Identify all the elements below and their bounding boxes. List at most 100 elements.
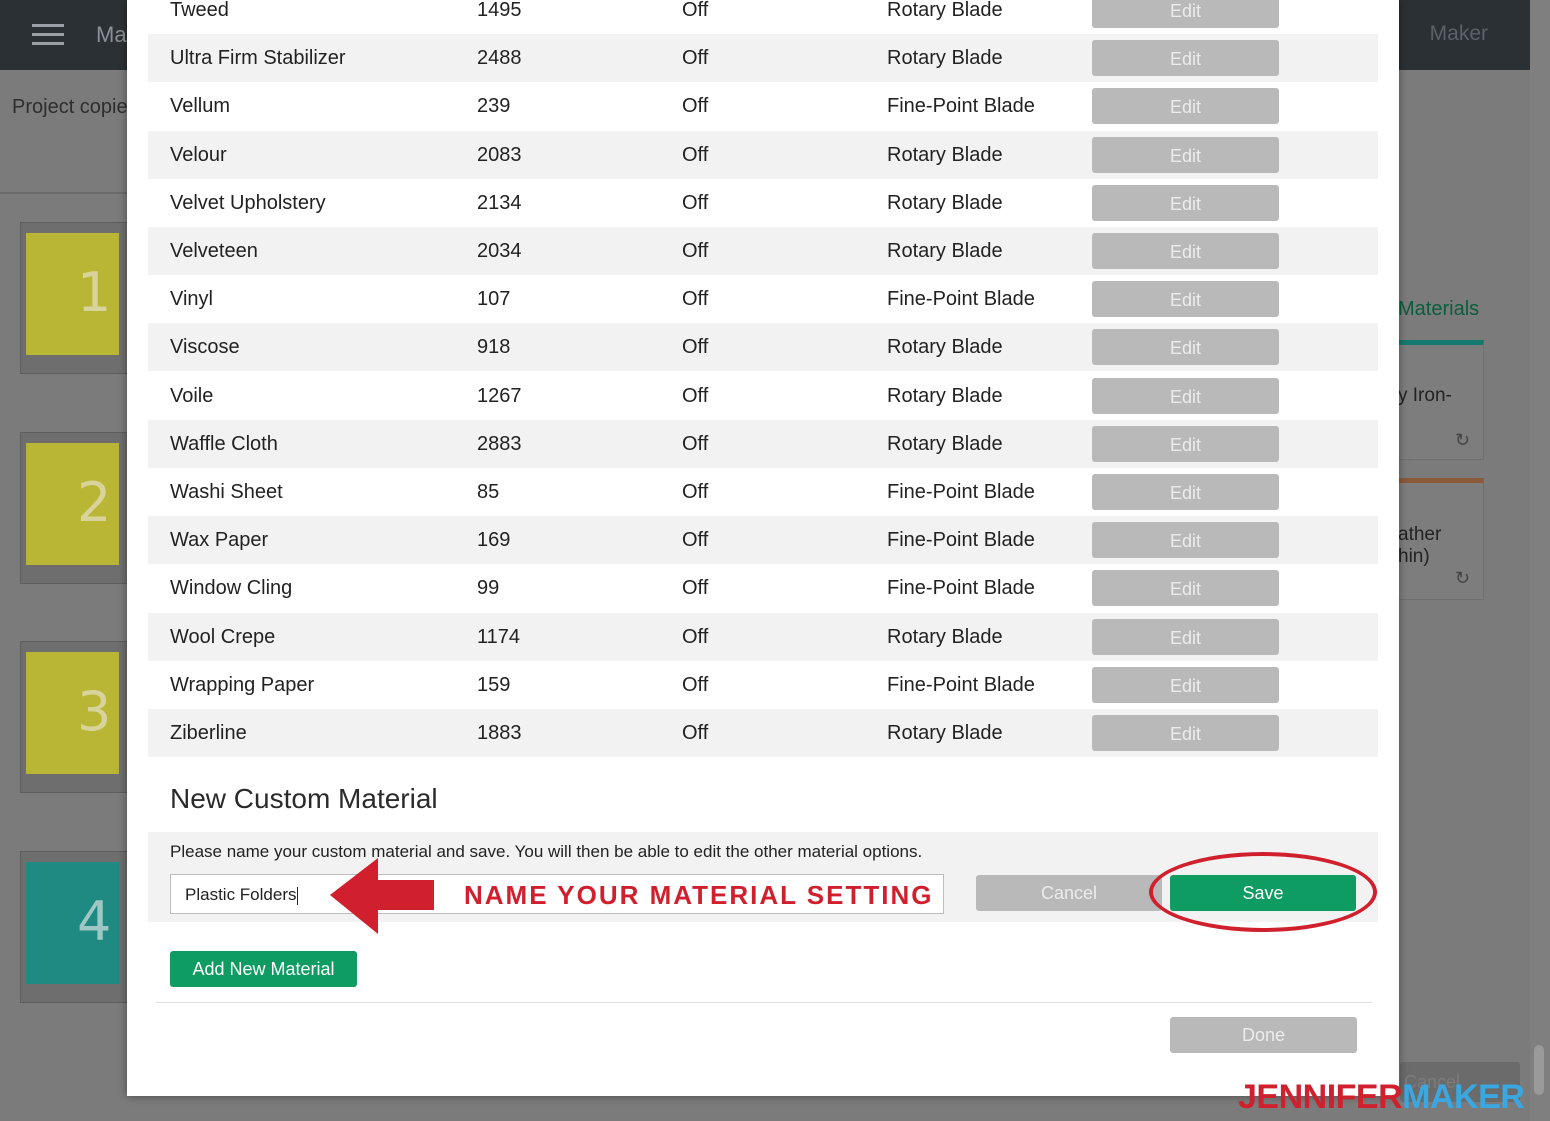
brand-part-2: MAKER (1402, 1078, 1525, 1116)
table-row: Waffle Cloth 2883 Off Rotary Blade Edit (148, 419, 1378, 468)
divider (156, 1002, 1372, 1003)
table-row: Vellum 239 Off Fine-Point Blade Edit (148, 82, 1378, 130)
machine-label: Maker (1429, 22, 1488, 45)
divider (0, 192, 130, 194)
done-button[interactable]: Done (1170, 1017, 1357, 1053)
table-row: Wrapping Paper 159 Off Fine-Point Blade Edit (148, 661, 1378, 709)
app-title: Ma (96, 22, 127, 47)
table-row: Velour 2083 Off Rotary Blade Edit (148, 130, 1378, 179)
material-state: Off (682, 673, 709, 696)
material-blade: Rotary Blade (887, 722, 1003, 744)
mat-thumbnail-4[interactable]: 4 (20, 851, 132, 1003)
edit-button[interactable]: Edit (1092, 715, 1279, 751)
edit-button[interactable]: Edit (1092, 570, 1279, 607)
material-blade: Rotary Blade (887, 240, 1003, 262)
material-blade: Fine-Point Blade (887, 577, 1035, 600)
material-id: 85 (477, 481, 500, 503)
edit-button[interactable]: Edit (1092, 666, 1279, 703)
material-card-label: y Iron- (1398, 385, 1452, 406)
refresh-icon[interactable]: ↻ (1455, 568, 1470, 589)
edit-button[interactable]: Edit (1092, 329, 1279, 366)
material-card-label: ather (1398, 524, 1442, 545)
material-name: Ultra Firm Stabilizer (170, 47, 346, 70)
annotation-text: NAME YOUR MATERIAL SETTING (464, 880, 934, 910)
refresh-icon[interactable]: ↻ (1455, 430, 1470, 451)
material-state: Off (682, 529, 709, 552)
material-state: Off (682, 336, 709, 359)
material-id: 1174 (477, 625, 521, 648)
material-blade: Rotary Blade (887, 336, 1003, 359)
material-card-label: hin) (1398, 546, 1430, 567)
table-row: Viscose 918 Off Rotary Blade Edit (148, 323, 1378, 372)
material-blade: Fine-Point Blade (887, 529, 1035, 552)
edit-button[interactable]: Edit (1092, 0, 1279, 28)
scrollbar[interactable] (1534, 1045, 1544, 1095)
material-name: Vinyl (170, 288, 213, 311)
material-name: Washi Sheet (170, 481, 283, 503)
menu-icon[interactable] (32, 24, 64, 46)
material-state: Off (682, 481, 709, 503)
materials-heading: Materials (1398, 298, 1480, 320)
edit-button[interactable]: Edit (1092, 281, 1279, 318)
edit-button[interactable]: Edit (1092, 233, 1279, 269)
material-name: Tweed (170, 0, 229, 21)
material-state: Off (682, 191, 709, 214)
material-id: 1267 (477, 384, 522, 407)
table-row: Tweed 1495 Off Rotary Blade Edit (148, 0, 1378, 34)
material-blade: Rotary Blade (887, 432, 1003, 455)
material-blade: Rotary Blade (887, 143, 1003, 166)
mat-thumbnail-1[interactable]: 1 (20, 222, 132, 374)
material-id: 2034 (477, 240, 522, 262)
material-state: Off (682, 722, 709, 744)
material-name: Wool Crepe (170, 625, 276, 648)
material-id: 169 (477, 529, 511, 552)
material-id: 2488 (477, 47, 522, 70)
material-state: Off (682, 95, 709, 118)
material-blade: Rotary Blade (887, 47, 1003, 70)
add-new-material-button[interactable]: Add New Material (170, 951, 357, 987)
edit-button[interactable]: Edit (1092, 425, 1279, 462)
material-blade: Fine-Point Blade (887, 95, 1035, 118)
material-blade: Fine-Point Blade (887, 288, 1035, 311)
mat-thumbnail-3[interactable]: 3 (20, 641, 132, 793)
table-row: Washi Sheet 85 Off Fine-Point Blade Edit (148, 468, 1378, 516)
edit-button[interactable]: Edit (1092, 88, 1279, 125)
table-row: Velvet Upholstery 2134 Off Rotary Blade Edit (148, 179, 1378, 227)
material-id: 239 (477, 95, 511, 118)
brand-watermark: JENNIFERMAKER (1238, 1078, 1525, 1117)
edit-button[interactable]: Edit (1092, 474, 1279, 510)
material-name: Velvet Upholstery (170, 191, 326, 214)
material-id: 99 (477, 577, 500, 600)
mat-number: 3 (77, 680, 112, 743)
table-row: Voile 1267 Off Rotary Blade Edit (148, 372, 1378, 420)
material-state: Off (682, 625, 709, 648)
material-name: Voile (170, 384, 214, 407)
material-id: 1495 (477, 0, 522, 21)
table-row: Ultra Firm Stabilizer 2488 Off Rotary Blade… (148, 34, 1378, 83)
material-blade: Fine-Point Blade (887, 673, 1035, 696)
mat-number: 1 (77, 261, 112, 324)
edit-button[interactable]: Edit (1092, 377, 1279, 414)
edit-button[interactable]: Edit (1092, 136, 1279, 173)
mat-thumbnail-2[interactable]: 2 (20, 432, 132, 584)
material-name: Vellum (170, 95, 231, 118)
mat-number: 2 (77, 471, 112, 534)
edit-button[interactable]: Edit (1092, 184, 1279, 221)
table-row: Velveteen 2034 Off Rotary Blade Edit (148, 227, 1378, 275)
edit-button[interactable]: Edit (1092, 522, 1279, 559)
material-id: 1883 (477, 722, 522, 744)
cancel-button[interactable]: Cancel (976, 875, 1162, 911)
mat-number: 4 (77, 890, 112, 953)
edit-button[interactable]: Edit (1092, 618, 1279, 655)
material-id: 2883 (477, 432, 522, 455)
material-state: Off (682, 384, 709, 407)
table-row: Vinyl 107 Off Fine-Point Blade Edit (148, 275, 1378, 323)
table-row: Ziberline 1883 Off Rotary Blade Edit (148, 709, 1378, 757)
material-blade: Rotary Blade (887, 625, 1003, 648)
edit-button[interactable]: Edit (1092, 40, 1279, 77)
material-id: 2083 (477, 143, 522, 166)
highlight-oval (1149, 852, 1377, 932)
material-blade: Rotary Blade (887, 191, 1003, 214)
input-value: Plastic Folders (185, 885, 297, 904)
material-name: Ziberline (170, 722, 247, 744)
